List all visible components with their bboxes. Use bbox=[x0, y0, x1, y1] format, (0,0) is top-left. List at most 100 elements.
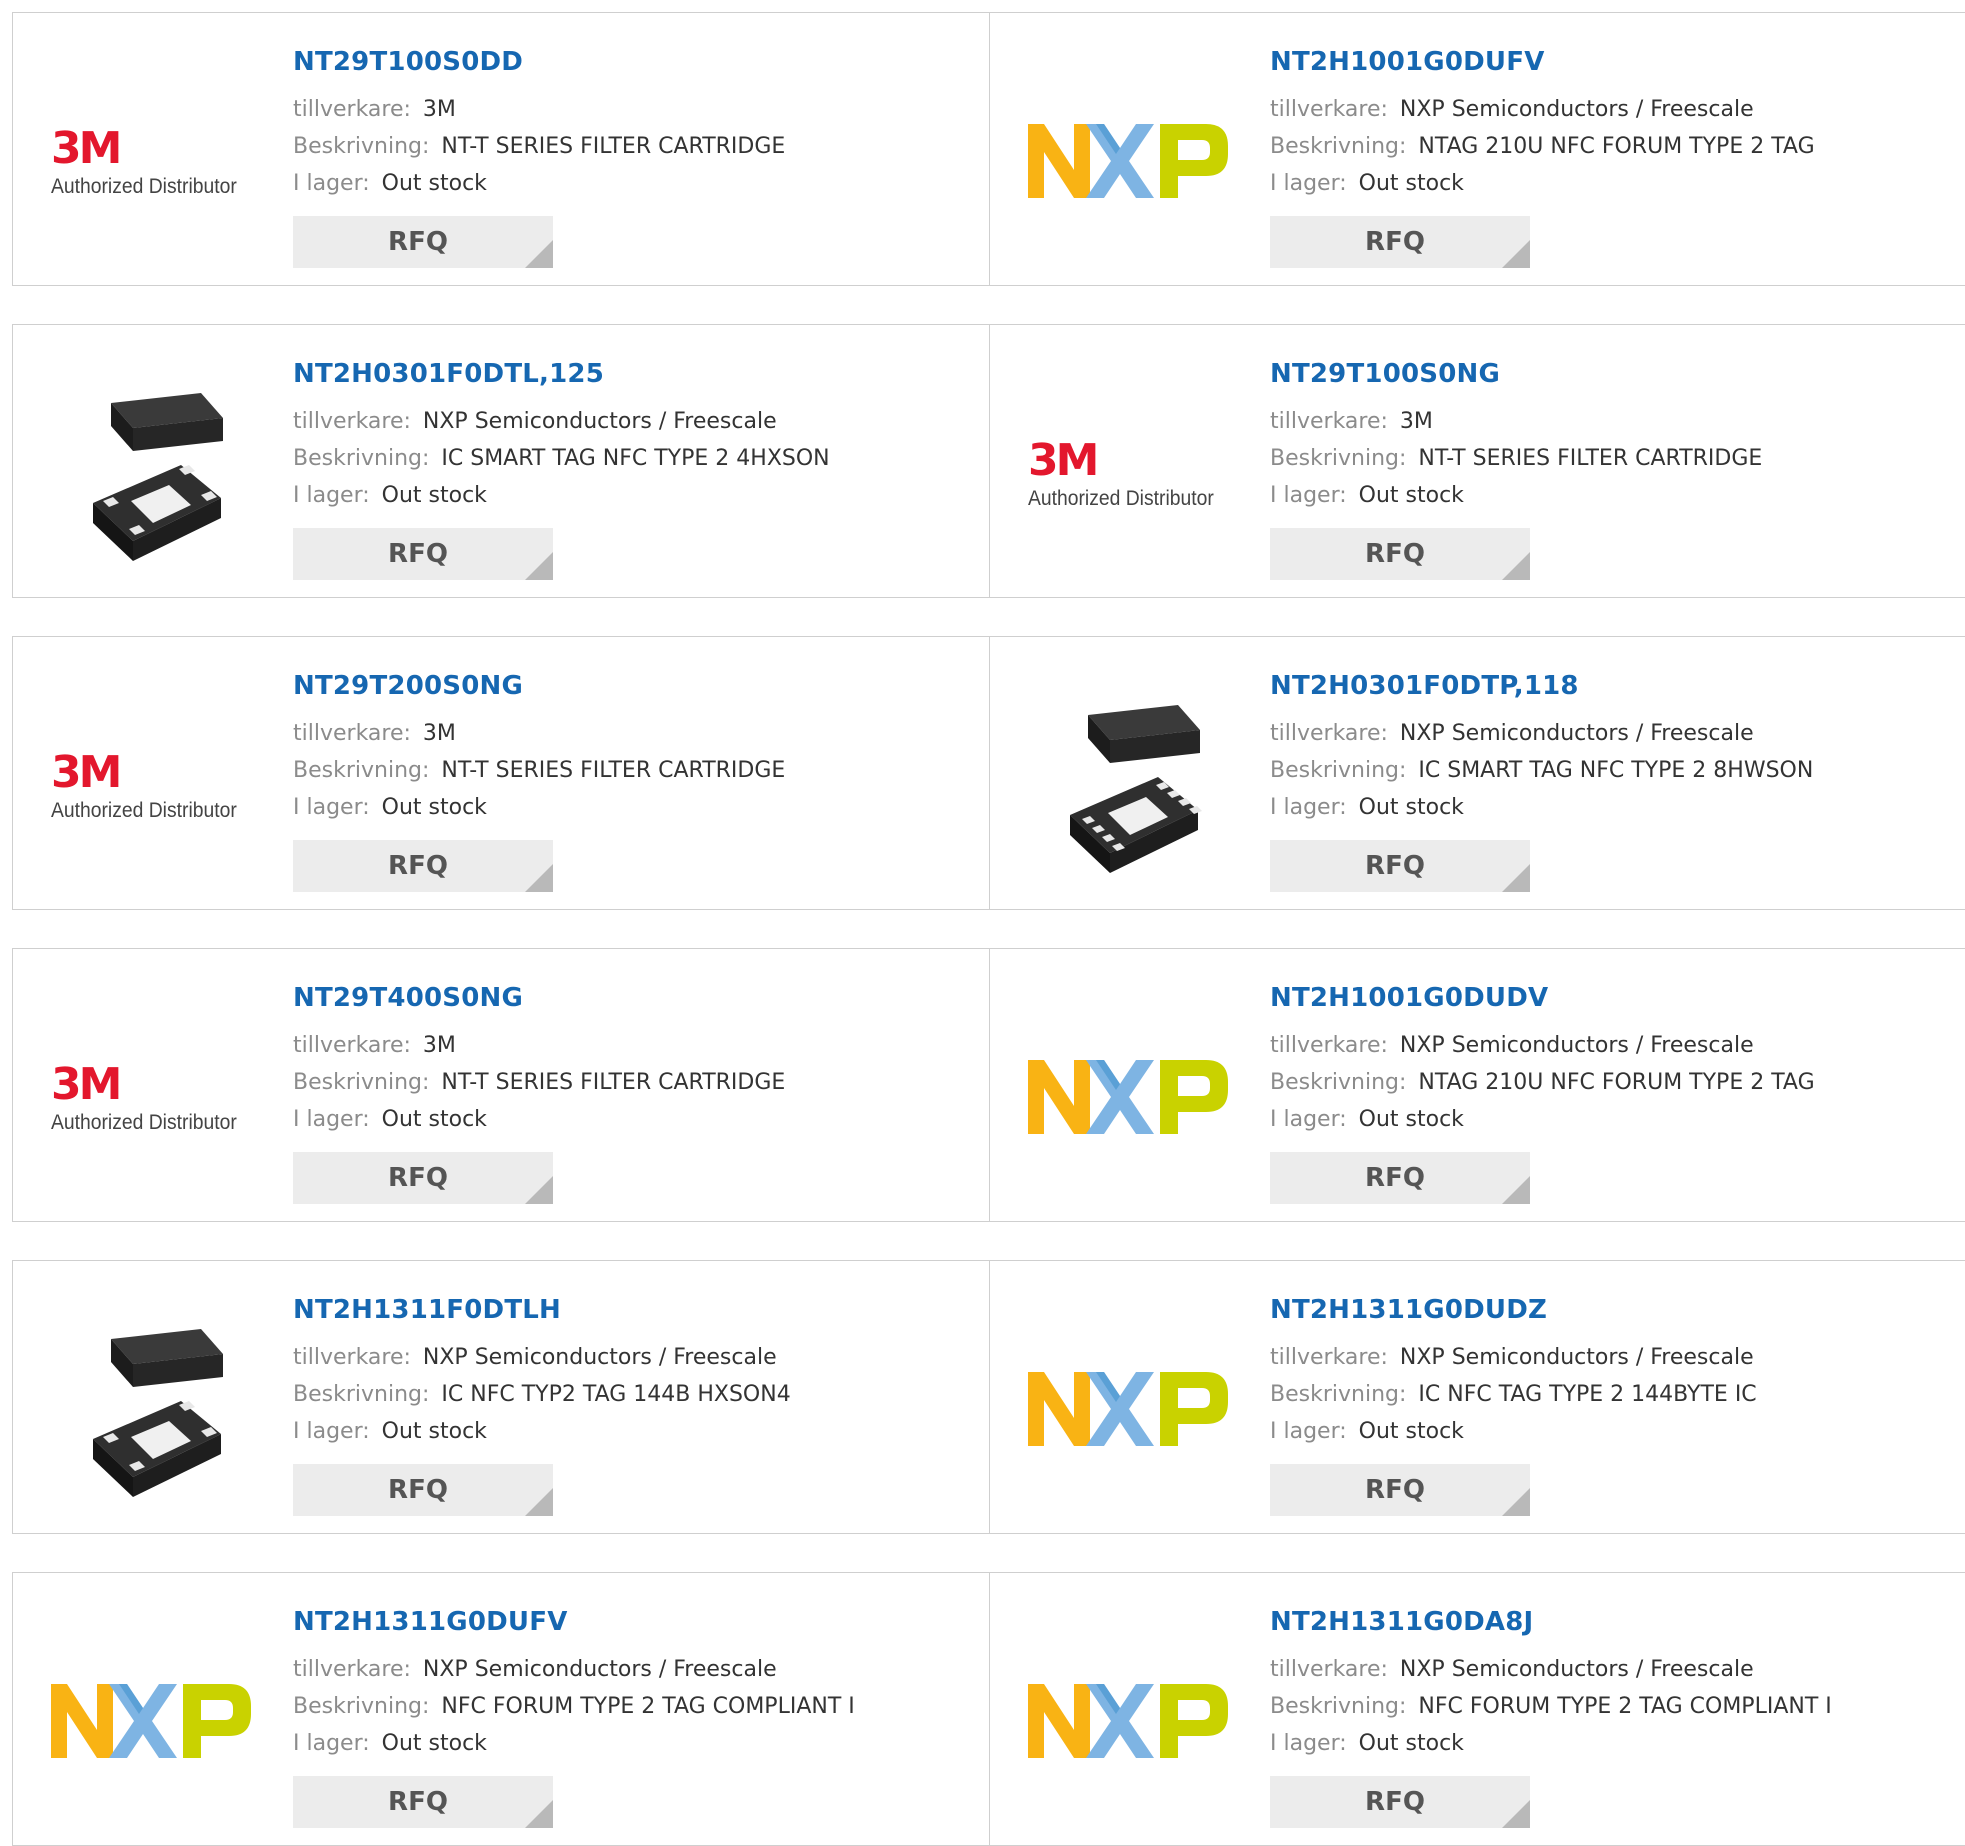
rfq-button[interactable]: RFQ bbox=[1270, 840, 1530, 892]
nxp-logo-icon bbox=[1028, 124, 1228, 202]
product-image[interactable] bbox=[1028, 1029, 1228, 1169]
product-image[interactable]: 3M Authorized Distributor bbox=[1028, 405, 1228, 545]
description-value: NT-T SERIES FILTER CARTRIDGE bbox=[441, 1070, 786, 1095]
stock-value: Out stock bbox=[381, 483, 487, 508]
part-number-link[interactable]: NT2H1311G0DUFV bbox=[293, 1607, 979, 1637]
description-row: Beskrivning: NTAG 210U NFC FORUM TYPE 2 T… bbox=[1270, 128, 1957, 165]
rfq-button[interactable]: RFQ bbox=[293, 216, 553, 268]
part-number-link[interactable]: NT2H1311G0DUDZ bbox=[1270, 1295, 1957, 1325]
description-value: NTAG 210U NFC FORUM TYPE 2 TAG bbox=[1418, 134, 1815, 159]
stock-row: I lager: Out stock bbox=[1270, 1101, 1957, 1138]
product-image[interactable] bbox=[1028, 1341, 1228, 1481]
product-image[interactable] bbox=[51, 1311, 251, 1511]
3m-logo-icon: 3M Authorized Distributor bbox=[1028, 439, 1228, 511]
manufacturer-value: NXP Semiconductors / Freescale bbox=[1399, 97, 1754, 122]
stock-label: I lager: bbox=[293, 795, 370, 820]
product-image[interactable]: 3M Authorized Distributor bbox=[51, 93, 251, 233]
manufacturer-row: tillverkare: 3M bbox=[293, 715, 979, 752]
rfq-button[interactable]: RFQ bbox=[293, 1152, 553, 1204]
manufacturer-label: tillverkare: bbox=[293, 1033, 411, 1058]
description-row: Beskrivning: NFC FORUM TYPE 2 TAG COMPLIA… bbox=[1270, 1688, 1957, 1725]
3m-logo-mark: 3M bbox=[51, 747, 122, 798]
description-value: IC SMART TAG NFC TYPE 2 8HWSON bbox=[1418, 758, 1814, 783]
rfq-button[interactable]: RFQ bbox=[1270, 528, 1530, 580]
product-card: NT2H0301F0DTL,125 tillverkare: NXP Semico… bbox=[12, 324, 990, 598]
rfq-label: RFQ bbox=[1365, 1163, 1425, 1193]
product-card: 3M Authorized Distributor NT29T100S0DD ti… bbox=[12, 12, 990, 286]
description-label: Beskrivning: bbox=[293, 1382, 430, 1407]
description-label: Beskrivning: bbox=[293, 134, 430, 159]
part-number-link[interactable]: NT29T200S0NG bbox=[293, 671, 979, 701]
nxp-logo-icon bbox=[1028, 1060, 1228, 1138]
chip-8pin-icon bbox=[1028, 685, 1228, 889]
stock-label: I lager: bbox=[293, 1731, 370, 1756]
description-value: IC SMART TAG NFC TYPE 2 4HXSON bbox=[441, 446, 830, 471]
product-image[interactable] bbox=[51, 375, 251, 575]
part-number-link[interactable]: NT2H1001G0DUFV bbox=[1270, 47, 1957, 77]
part-number-link[interactable]: NT2H0301F0DTP,118 bbox=[1270, 671, 1957, 701]
manufacturer-label: tillverkare: bbox=[293, 1345, 411, 1370]
product-info: NT2H0301F0DTL,125 tillverkare: NXP Semico… bbox=[293, 359, 979, 580]
description-value: NTAG 210U NFC FORUM TYPE 2 TAG bbox=[1418, 1070, 1815, 1095]
rfq-button[interactable]: RFQ bbox=[1270, 216, 1530, 268]
product-image[interactable] bbox=[1028, 1653, 1228, 1793]
rfq-label: RFQ bbox=[1365, 1475, 1425, 1505]
product-info: NT2H1311G0DUFV tillverkare: NXP Semicondu… bbox=[293, 1607, 979, 1828]
nxp-logo-icon bbox=[51, 1684, 251, 1762]
corner-triangle-icon bbox=[525, 1800, 553, 1828]
product-info: NT29T200S0NG tillverkare: 3M Beskrivning:… bbox=[293, 671, 979, 892]
product-image[interactable] bbox=[1028, 687, 1228, 887]
product-card: 3M Authorized Distributor NT29T400S0NG ti… bbox=[12, 948, 990, 1222]
rfq-button[interactable]: RFQ bbox=[1270, 1464, 1530, 1516]
stock-value: Out stock bbox=[381, 795, 487, 820]
3m-logo-subtitle: Authorized Distributor bbox=[51, 175, 237, 198]
stock-label: I lager: bbox=[293, 1419, 370, 1444]
corner-triangle-icon bbox=[1502, 1800, 1530, 1828]
rfq-label: RFQ bbox=[388, 227, 448, 257]
part-number-link[interactable]: NT29T100S0DD bbox=[293, 47, 979, 77]
part-number-link[interactable]: NT29T100S0NG bbox=[1270, 359, 1957, 389]
product-image[interactable]: 3M Authorized Distributor bbox=[51, 1029, 251, 1169]
corner-triangle-icon bbox=[525, 240, 553, 268]
stock-value: Out stock bbox=[381, 1419, 487, 1444]
stock-label: I lager: bbox=[293, 171, 370, 196]
stock-value: Out stock bbox=[381, 171, 487, 196]
manufacturer-label: tillverkare: bbox=[1270, 1345, 1388, 1370]
description-label: Beskrivning: bbox=[1270, 446, 1407, 471]
manufacturer-row: tillverkare: NXP Semiconductors / Freesca… bbox=[1270, 1339, 1957, 1376]
product-image[interactable] bbox=[1028, 93, 1228, 233]
manufacturer-row: tillverkare: NXP Semiconductors / Freesca… bbox=[293, 1651, 979, 1688]
manufacturer-label: tillverkare: bbox=[293, 1657, 411, 1682]
description-value: IC NFC TYP2 TAG 144B HXSON4 bbox=[441, 1382, 791, 1407]
rfq-button[interactable]: RFQ bbox=[1270, 1152, 1530, 1204]
product-image[interactable]: 3M Authorized Distributor bbox=[51, 717, 251, 857]
3m-logo-mark: 3M bbox=[51, 1059, 122, 1110]
part-number-link[interactable]: NT2H1311F0DTLH bbox=[293, 1295, 979, 1325]
part-number-link[interactable]: NT2H0301F0DTL,125 bbox=[293, 359, 979, 389]
rfq-button[interactable]: RFQ bbox=[1270, 1776, 1530, 1828]
rfq-button[interactable]: RFQ bbox=[293, 528, 553, 580]
description-label: Beskrivning: bbox=[1270, 1694, 1407, 1719]
stock-value: Out stock bbox=[1358, 483, 1464, 508]
stock-row: I lager: Out stock bbox=[1270, 477, 1957, 514]
product-info: NT2H1311G0DUDZ tillverkare: NXP Semicondu… bbox=[1270, 1295, 1957, 1516]
product-image[interactable] bbox=[51, 1653, 251, 1793]
description-label: Beskrivning: bbox=[1270, 1070, 1407, 1095]
part-number-link[interactable]: NT29T400S0NG bbox=[293, 983, 979, 1013]
description-label: Beskrivning: bbox=[1270, 134, 1407, 159]
manufacturer-value: NXP Semiconductors / Freescale bbox=[1399, 1345, 1754, 1370]
stock-value: Out stock bbox=[381, 1107, 487, 1132]
rfq-button[interactable]: RFQ bbox=[293, 840, 553, 892]
rfq-button[interactable]: RFQ bbox=[293, 1464, 553, 1516]
manufacturer-row: tillverkare: NXP Semiconductors / Freesca… bbox=[1270, 91, 1957, 128]
corner-triangle-icon bbox=[525, 1176, 553, 1204]
rfq-button[interactable]: RFQ bbox=[293, 1776, 553, 1828]
part-number-link[interactable]: NT2H1311G0DA8J bbox=[1270, 1607, 1957, 1637]
description-value: NFC FORUM TYPE 2 TAG COMPLIANT I bbox=[441, 1694, 855, 1719]
rfq-label: RFQ bbox=[388, 1475, 448, 1505]
nxp-logo-icon bbox=[1028, 1684, 1228, 1762]
stock-value: Out stock bbox=[1358, 1107, 1464, 1132]
corner-triangle-icon bbox=[1502, 552, 1530, 580]
part-number-link[interactable]: NT2H1001G0DUDV bbox=[1270, 983, 1957, 1013]
stock-value: Out stock bbox=[1358, 795, 1464, 820]
